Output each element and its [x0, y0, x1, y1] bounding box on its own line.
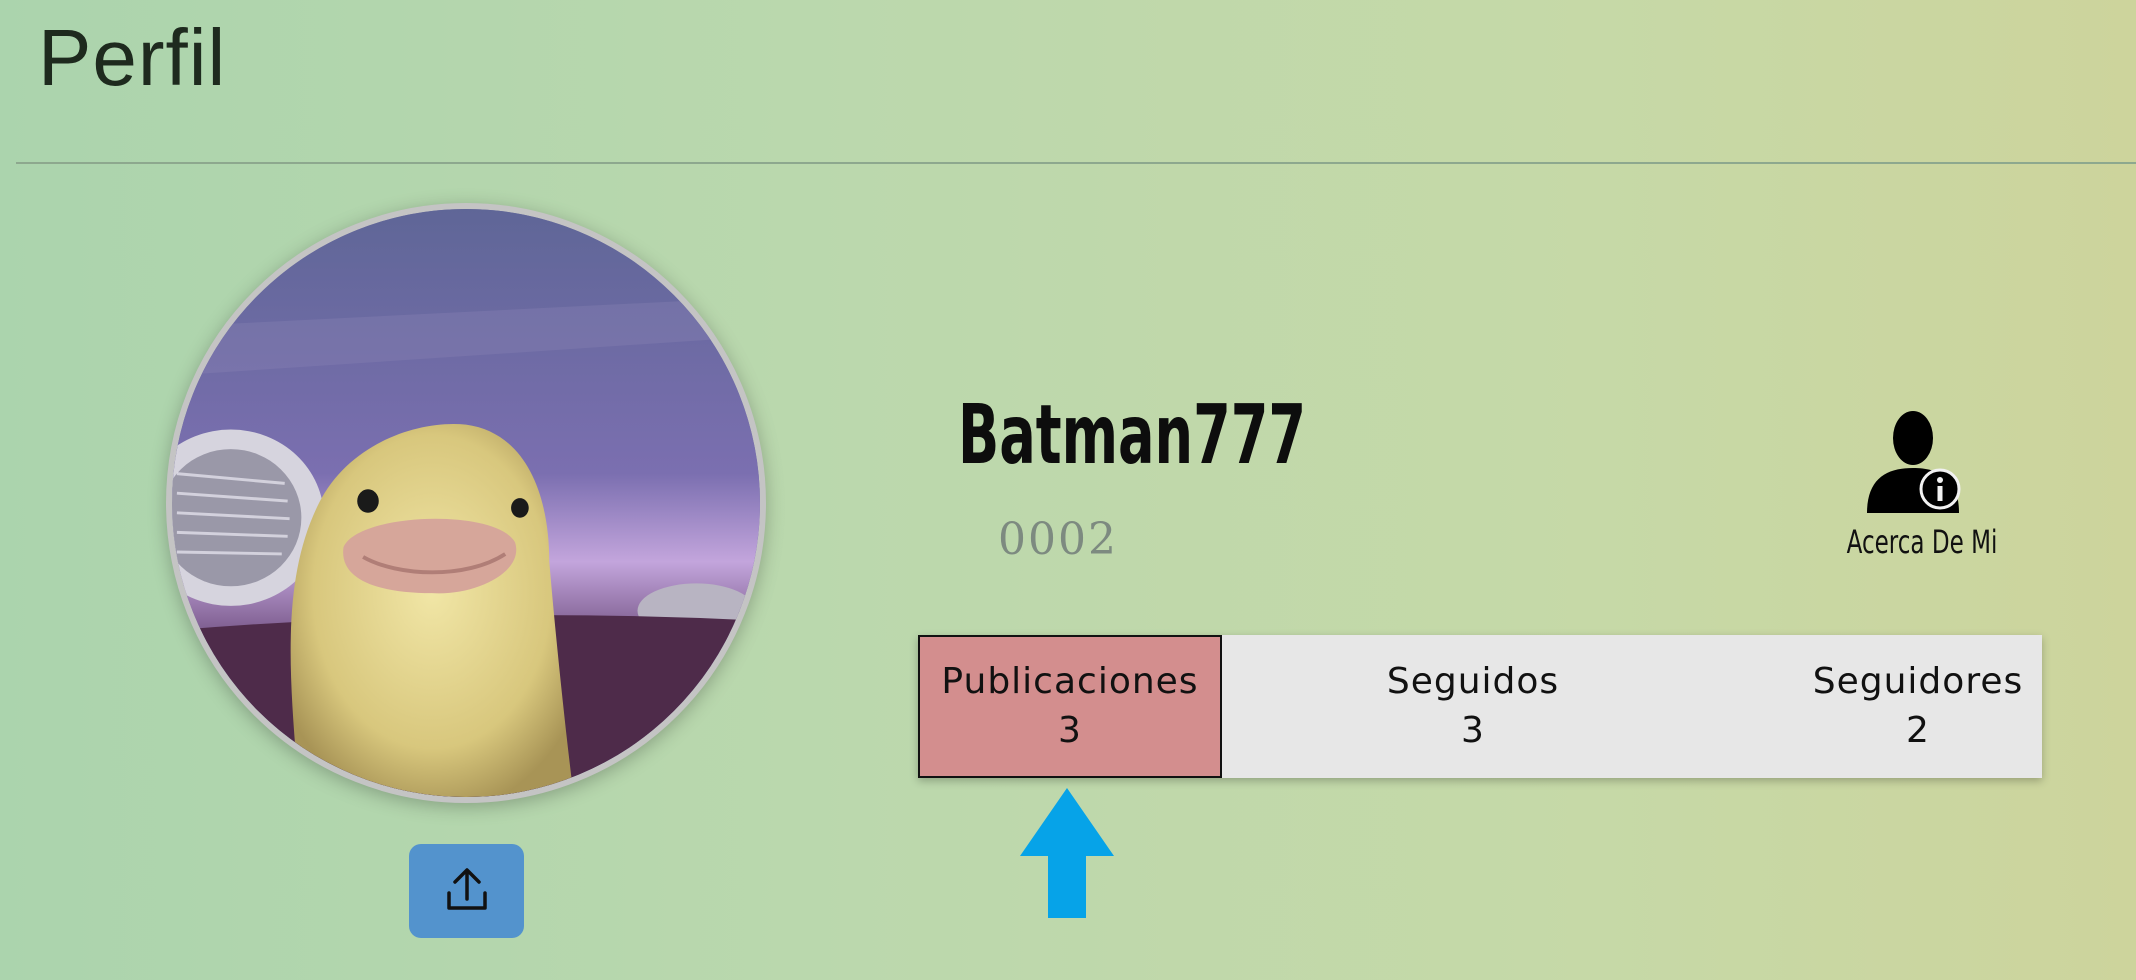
arrow-up-icon	[1018, 786, 1116, 924]
stat-label: Seguidos	[1386, 660, 1560, 702]
profile-user-id: 0002	[998, 514, 1118, 565]
about-me-label: Acerca De Mi	[1846, 523, 1998, 561]
stat-value: 2	[1906, 709, 1930, 751]
about-me-button[interactable]: Acerca De Mi	[1820, 410, 2010, 561]
tab-seguidores[interactable]: Seguidores 2	[1798, 635, 2038, 778]
profile-avatar	[166, 203, 766, 803]
tab-seguidos[interactable]: Seguidos 3	[1308, 635, 1638, 778]
profile-username: Batman777	[958, 388, 1307, 483]
page-title: Perfil	[38, 13, 227, 102]
tab-publicaciones[interactable]: Publicaciones 3	[918, 635, 1222, 778]
stat-value: 3	[1461, 709, 1485, 751]
stat-label: Publicaciones	[941, 660, 1199, 702]
header-divider	[16, 162, 2136, 164]
upload-icon	[445, 865, 489, 917]
stat-label: Seguidores	[1812, 660, 2024, 702]
profile-stats-bar: Publicaciones 3 Seguidos 3 Seguidores 2	[918, 635, 2042, 778]
upload-photo-button[interactable]	[409, 844, 524, 938]
user-info-icon	[1865, 411, 1965, 519]
stat-value: 3	[1058, 709, 1082, 751]
